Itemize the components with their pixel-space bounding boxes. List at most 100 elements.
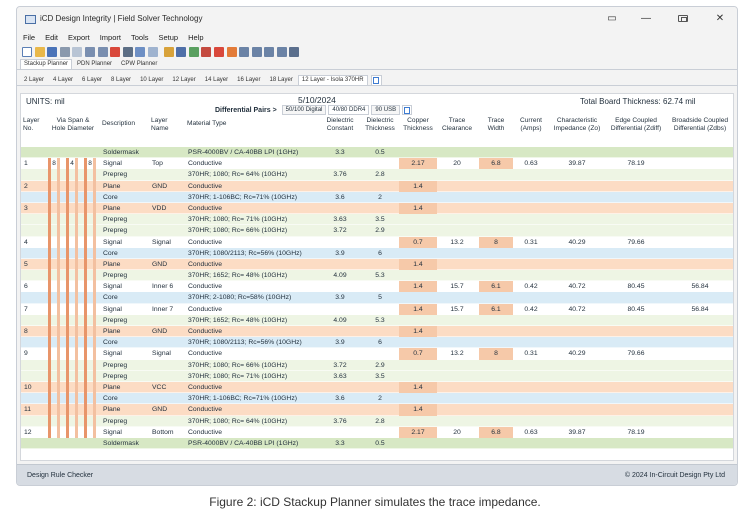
cell-broadside-coupled[interactable] — [666, 416, 733, 427]
cell-material[interactable]: Conductive — [187, 348, 321, 359]
cell-trace-width[interactable] — [479, 292, 513, 303]
cell-trace-width[interactable] — [479, 259, 513, 270]
report-icon[interactable] — [276, 47, 287, 57]
cell-trace-clearance[interactable] — [437, 416, 477, 427]
cell-material[interactable]: 370HR; 1652; Rc= 48% (10GHz) — [187, 270, 321, 281]
cell-material[interactable]: Conductive — [187, 404, 321, 415]
cell-impedance-zo[interactable]: 40.29 — [548, 348, 606, 359]
tab-8-layer[interactable]: 8 Layer — [107, 75, 135, 85]
cell-trace-width[interactable]: 8 — [479, 236, 513, 248]
cell-dielectric-thickness[interactable] — [361, 259, 399, 270]
cell-broadside-coupled[interactable] — [666, 326, 733, 337]
cell-copper-thickness[interactable] — [399, 147, 437, 158]
cell-broadside-coupled[interactable] — [666, 237, 733, 248]
cell-dielectric-thickness[interactable] — [361, 404, 399, 415]
cell-dielectric-constant[interactable] — [321, 281, 359, 292]
cell-impedance-zo[interactable]: 40.29 — [548, 237, 606, 248]
cell-description[interactable]: Core — [102, 248, 150, 259]
cell-material[interactable]: 370HR; 1-106BC; Rc=71% (10GHz) — [187, 393, 321, 404]
cell-copper-thickness[interactable]: 2.17 — [399, 158, 437, 170]
cell-current[interactable]: 0.31 — [515, 348, 547, 359]
cell-layer-no[interactable]: 3 — [23, 203, 43, 214]
cell-description[interactable]: Prepreg — [102, 416, 150, 427]
cell-material[interactable]: Conductive — [187, 237, 321, 248]
cell-trace-clearance[interactable] — [437, 404, 477, 415]
cell-impedance-zo[interactable] — [548, 203, 606, 214]
cell-dielectric-thickness[interactable]: 5.3 — [361, 270, 399, 281]
cell-material[interactable]: 370HR; 1080/2113; Rc=56% (10GHz) — [187, 248, 321, 259]
minimize-button[interactable]: — — [629, 7, 663, 30]
cell-current[interactable] — [515, 203, 547, 214]
cell-dielectric-constant[interactable]: 3.9 — [321, 292, 359, 303]
cell-current[interactable]: 0.31 — [515, 237, 547, 248]
cell-copper-thickness[interactable] — [399, 270, 437, 281]
layer-add-icon[interactable] — [201, 47, 212, 57]
cell-trace-clearance[interactable] — [437, 203, 477, 214]
maximize-button[interactable] — [663, 7, 703, 30]
cell-trace-width[interactable] — [479, 438, 513, 449]
table-row[interactable]: Prepreg 370HR; 1080; Rc= 66% (10GHz) 3.72 2… — [21, 225, 733, 237]
chart-icon[interactable] — [239, 47, 250, 57]
cell-dielectric-thickness[interactable]: 2.9 — [361, 360, 399, 371]
cell-layer-name[interactable] — [151, 337, 187, 348]
cell-trace-clearance[interactable]: 15.7 — [437, 281, 477, 292]
cell-edge-coupled[interactable] — [607, 337, 665, 348]
cell-trace-width[interactable] — [479, 192, 513, 203]
cell-impedance-zo[interactable] — [548, 416, 606, 427]
cell-trace-width[interactable] — [479, 214, 513, 225]
cell-material[interactable]: Conductive — [187, 326, 321, 337]
cell-dielectric-thickness[interactable] — [361, 326, 399, 337]
cell-dielectric-constant[interactable]: 4.09 — [321, 315, 359, 326]
cell-impedance-zo[interactable] — [548, 169, 606, 180]
cell-trace-clearance[interactable] — [437, 292, 477, 303]
cell-current[interactable] — [515, 248, 547, 259]
cell-edge-coupled[interactable] — [607, 360, 665, 371]
cell-broadside-coupled[interactable] — [666, 438, 733, 449]
cell-layer-no[interactable]: 7 — [23, 304, 43, 315]
cell-trace-clearance[interactable] — [437, 371, 477, 382]
cell-dielectric-constant[interactable]: 3.63 — [321, 214, 359, 225]
cell-description[interactable]: Signal — [102, 348, 150, 359]
table-row[interactable]: Core 370HR; 2-1080; Rc=58% (10GHz) 3.9 5 — [21, 292, 733, 304]
cell-edge-coupled[interactable] — [607, 248, 665, 259]
cell-copper-thickness[interactable]: 1.4 — [399, 381, 437, 394]
cell-layer-name[interactable] — [151, 416, 187, 427]
cell-trace-clearance[interactable] — [437, 248, 477, 259]
cell-edge-coupled[interactable] — [607, 393, 665, 404]
impedance-icon[interactable] — [176, 47, 187, 57]
cell-layer-name[interactable]: Inner 6 — [151, 281, 187, 292]
cell-broadside-coupled[interactable] — [666, 181, 733, 192]
cell-trace-width[interactable] — [479, 147, 513, 158]
cell-edge-coupled[interactable] — [607, 315, 665, 326]
graph-icon[interactable] — [251, 47, 262, 57]
cell-current[interactable] — [515, 337, 547, 348]
cell-edge-coupled[interactable]: 79.66 — [607, 348, 665, 359]
cell-description[interactable]: Soldermask — [102, 147, 150, 158]
cell-copper-thickness[interactable] — [399, 315, 437, 326]
cell-trace-clearance[interactable] — [437, 326, 477, 337]
cell-trace-clearance[interactable]: 13.2 — [437, 237, 477, 248]
cell-edge-coupled[interactable] — [607, 416, 665, 427]
cell-material[interactable]: Conductive — [187, 203, 321, 214]
cell-edge-coupled[interactable] — [607, 438, 665, 449]
cell-description[interactable]: Core — [102, 393, 150, 404]
table-icon[interactable] — [188, 47, 199, 57]
menu-import[interactable]: Import — [100, 33, 121, 42]
cell-dielectric-constant[interactable] — [321, 427, 359, 438]
cell-edge-coupled[interactable] — [607, 214, 665, 225]
cell-broadside-coupled[interactable] — [666, 248, 733, 259]
cell-edge-coupled[interactable] — [607, 203, 665, 214]
cell-trace-clearance[interactable]: 15.7 — [437, 304, 477, 315]
table-row[interactable]: 7 Signal Inner 7 Conductive 1.4 15.7 6.1 0.42 40… — [21, 303, 733, 315]
cell-layer-name[interactable] — [151, 248, 187, 259]
cell-material[interactable]: PSR-4000BV / CA-40BB LPI (1GHz) — [187, 147, 321, 158]
cell-copper-thickness[interactable]: 0.7 — [399, 348, 437, 360]
delete-icon[interactable] — [110, 47, 121, 57]
cell-impedance-zo[interactable] — [548, 438, 606, 449]
cell-dielectric-constant[interactable] — [321, 259, 359, 270]
copy-icon[interactable] — [135, 47, 146, 57]
cell-impedance-zo[interactable] — [548, 270, 606, 281]
cell-broadside-coupled[interactable] — [666, 337, 733, 348]
cell-current[interactable] — [515, 214, 547, 225]
tab-12-layer-isola[interactable]: 12 Layer - Isola 370HR — [297, 75, 368, 85]
